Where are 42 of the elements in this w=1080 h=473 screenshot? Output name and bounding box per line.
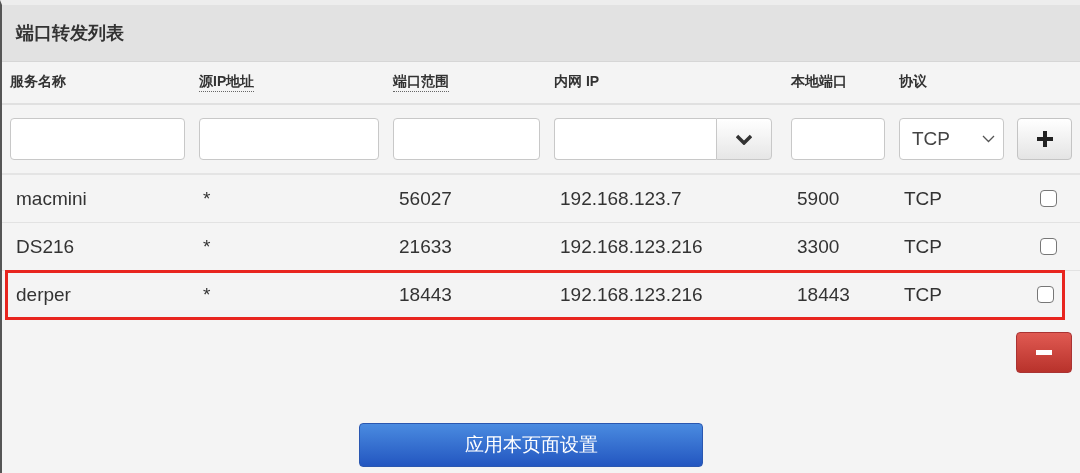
table-cell-text: 3300 [796,235,841,258]
plus-icon [1035,130,1054,148]
table-cell-text: 192.168.123.216 [559,283,704,306]
panel-title: 端口转发列表 [16,22,124,45]
port-range-field[interactable] [393,118,540,160]
table-cell-text: DS216 [15,235,76,258]
minus-icon [1036,350,1052,355]
protocol-select[interactable]: TCP [899,118,1004,160]
table-cell-text: 21633 [398,235,453,258]
delete-button[interactable] [1016,332,1072,373]
add-button[interactable] [1017,118,1072,160]
chevron-down-icon [736,133,752,145]
service-name-field[interactable] [10,118,185,160]
table-cell-text: * [202,283,212,306]
chevron-down-icon [982,135,995,143]
source-ip-field[interactable] [199,118,379,160]
apply-button[interactable]: 应用本页面设置 [359,423,703,467]
table-cell-text: 192.168.123.216 [559,235,704,258]
table-cell-text: * [202,235,212,258]
column-header: 服务名称 [10,73,66,91]
table-cell-text: 18443 [398,283,453,306]
column-header: 本地端口 [791,73,847,91]
internal-ip-field[interactable] [554,118,716,160]
column-header: 端口范围 [393,73,449,92]
column-header: 源IP地址 [199,73,255,92]
table-cell-text: TCP [903,235,943,258]
table-cell-text: 192.168.123.7 [559,187,683,210]
local-port-field[interactable] [791,118,885,160]
table-cell-text: * [202,187,212,210]
dropdown-button[interactable] [716,118,772,160]
row-checkbox[interactable] [1037,286,1054,303]
row-checkbox[interactable] [1040,238,1057,255]
row-checkbox[interactable] [1040,190,1057,207]
column-header: 协议 [899,73,927,91]
table-cell-text: macmini [15,187,88,210]
table-cell-text: 18443 [796,283,851,306]
table-cell-text: derper [15,283,72,306]
table-cell-text: 56027 [398,187,453,210]
column-header: 内网 IP [554,73,600,91]
table-cell-text: 5900 [796,187,841,210]
table-cell-text: TCP [903,187,943,210]
table-cell-text: TCP [903,283,943,306]
